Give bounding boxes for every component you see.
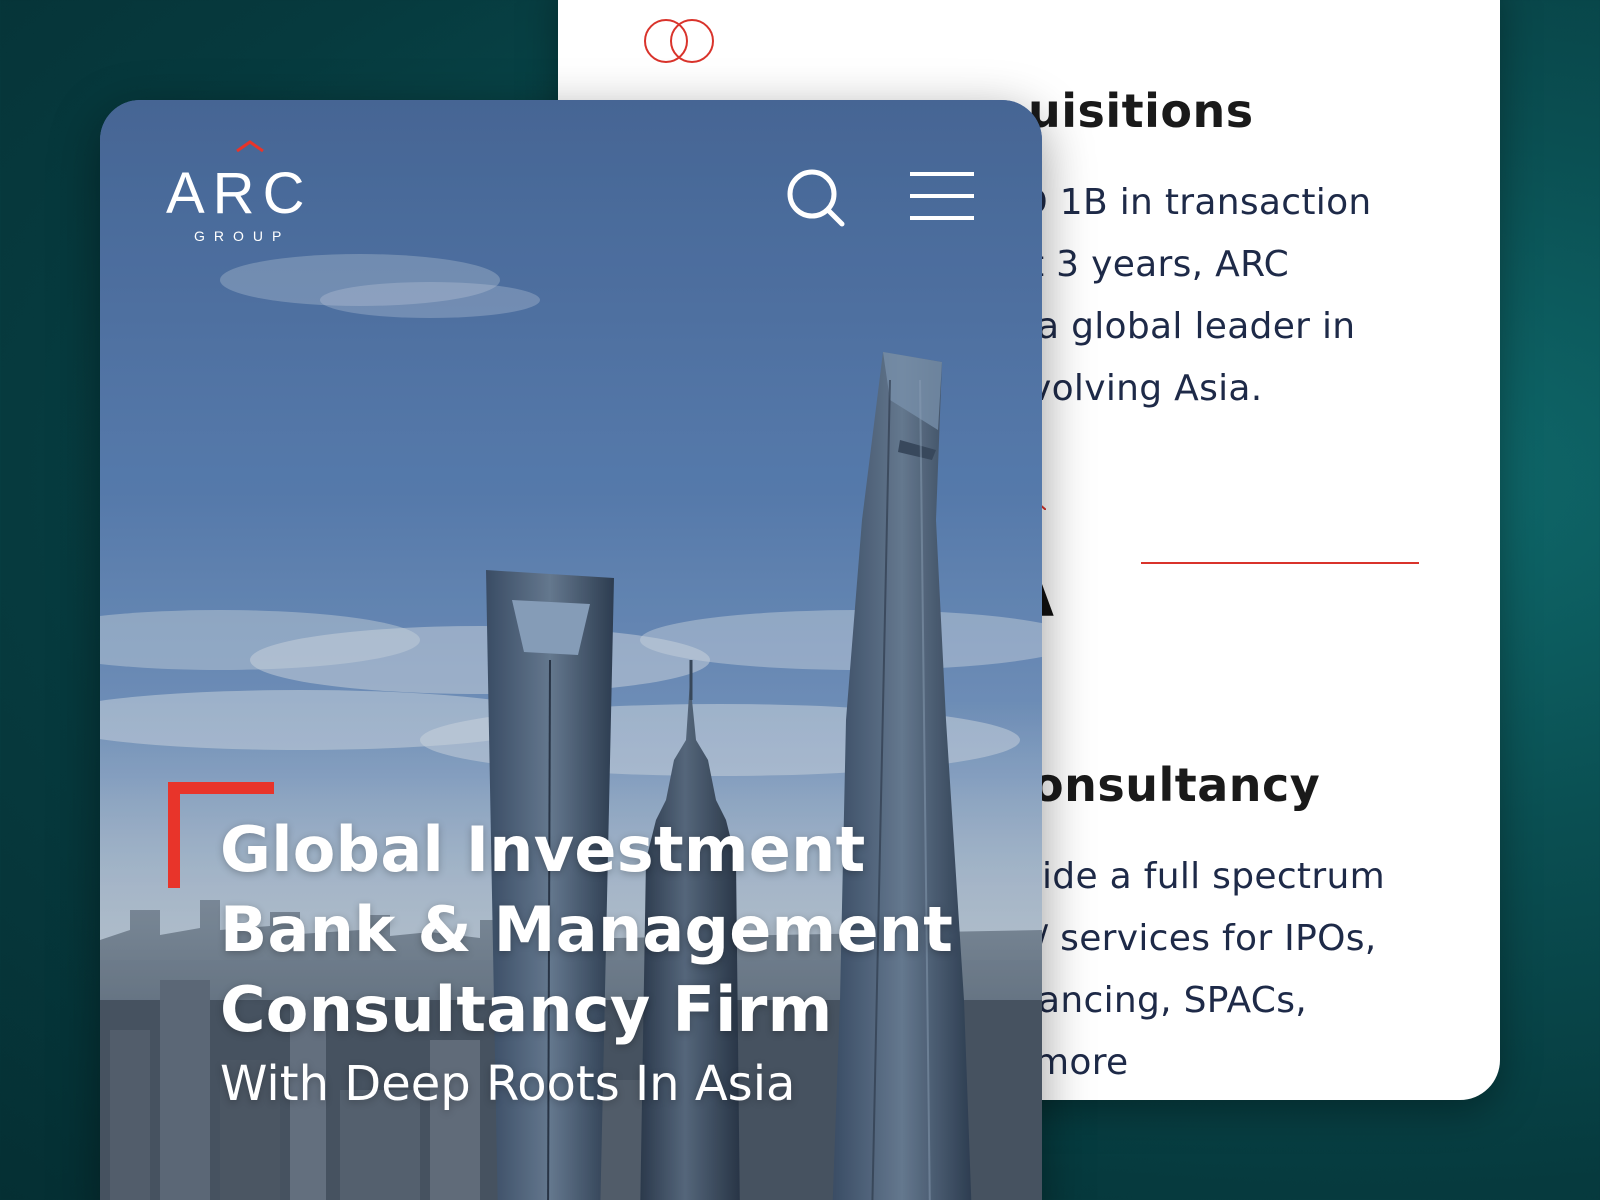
section-text-line: volving Asia.: [1030, 368, 1263, 409]
front-phone-card: ARC GROUP Global Investment Bank & Manag…: [100, 100, 1042, 1200]
hero-title-line: Global Investment: [220, 813, 866, 886]
section-text-line: D 1B in transaction: [1020, 182, 1372, 223]
section-text-line: t 3 years, ARC: [1030, 244, 1290, 285]
hero-subtitle: With Deep Roots In Asia: [220, 1056, 796, 1112]
section-text-line: a global leader in: [1037, 306, 1356, 347]
section-text-line: more: [1034, 1042, 1129, 1083]
section-text-line: ide a full spectrum: [1042, 856, 1385, 897]
logo-subtitle: GROUP: [194, 228, 291, 244]
logo-wordmark: ARC: [166, 161, 313, 226]
section-heading-consultancy: onsultancy: [1032, 758, 1321, 812]
red-divider: [1141, 562, 1419, 564]
hamburger-menu-icon[interactable]: [908, 170, 976, 222]
arc-group-logo[interactable]: ARC GROUP: [166, 138, 336, 248]
hero-title: Global Investment Bank & Management Cons…: [220, 810, 1020, 1050]
section-text-line: ancing, SPACs,: [1038, 980, 1308, 1021]
section-heading-acquisitions: uisitions: [1028, 84, 1254, 138]
search-icon[interactable]: [784, 166, 848, 230]
hero-title-line: Bank & Management: [220, 893, 954, 966]
section-text-line: / services for IPOs,: [1036, 918, 1377, 959]
logo-caret-icon: [236, 140, 264, 152]
hero-title-line: Consultancy Firm: [220, 973, 833, 1046]
hero-text-block: Global Investment Bank & Management Cons…: [220, 810, 1020, 1114]
